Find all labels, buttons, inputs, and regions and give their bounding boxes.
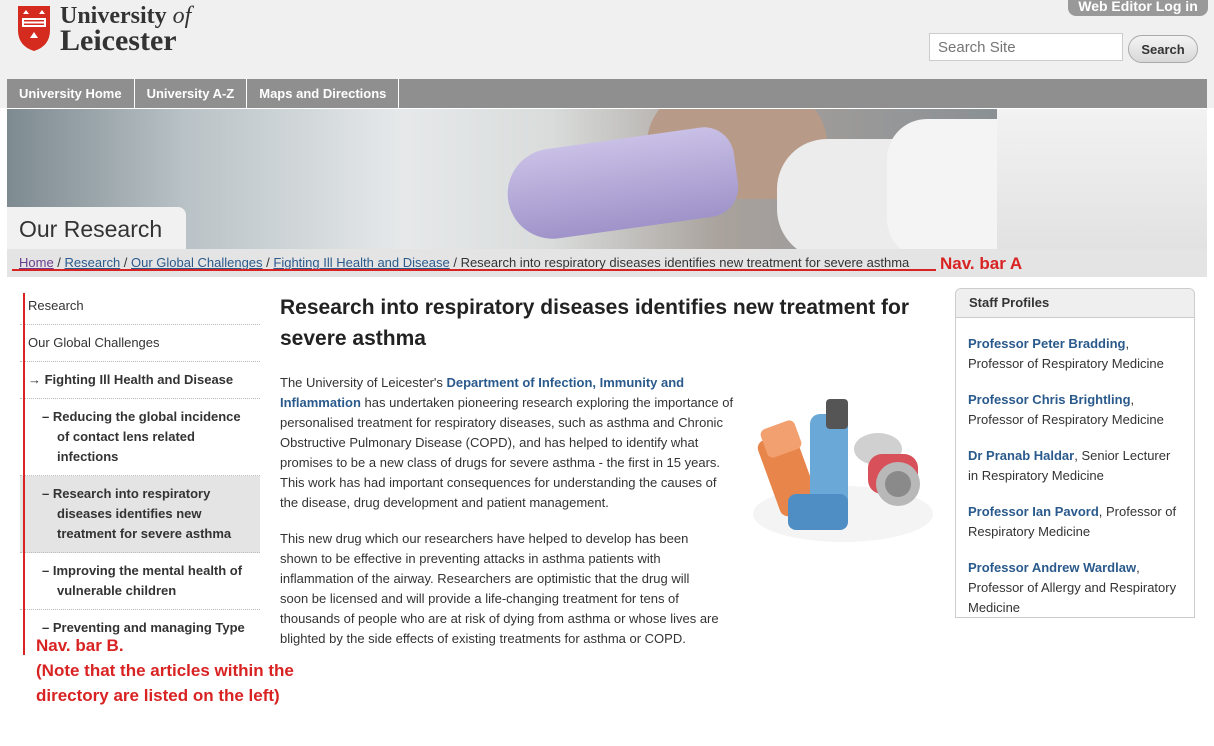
staff-profiles-panel: Staff Profiles Professor Peter Bradding,… [955, 288, 1195, 618]
staff-link[interactable]: Professor Chris Brightling [968, 392, 1131, 407]
inhaler-image [753, 399, 933, 542]
staff-profiles-heading: Staff Profiles [956, 289, 1194, 318]
nav-maps-and-directions[interactable]: Maps and Directions [247, 79, 400, 108]
staff-profile: Professor Ian Pavord, Professor of Respi… [968, 504, 1177, 539]
annotation-b-line1: Nav. bar B. [36, 636, 124, 655]
nav-university-a-z[interactable]: University A-Z [135, 79, 248, 108]
logo-line2: Leicester [60, 24, 177, 57]
breadcrumb-global-challenges[interactable]: Our Global Challenges [131, 255, 263, 270]
search-button[interactable]: Search [1128, 35, 1198, 63]
staff-link[interactable]: Professor Ian Pavord [968, 504, 1099, 519]
breadcrumb-current: Research into respiratory diseases ident… [460, 255, 910, 270]
annotation-nav-bar-a: Nav. bar A [940, 254, 1023, 273]
annotation-underline-a [12, 269, 936, 271]
leftnav-item-fighting-ill-health[interactable]: → Fighting Ill Health and Disease [20, 362, 260, 399]
staff-profile: Dr Pranab Haldar, Senior Lecturer in Res… [968, 448, 1171, 483]
p1-start: The University of Leicester's [280, 375, 447, 390]
staff-role: Professor of Allergy and Respiratory Med… [968, 580, 1177, 615]
breadcrumb: Home / Research / Our Global Challenges … [7, 249, 1207, 277]
staff-link[interactable]: Professor Andrew Wardlaw [968, 560, 1136, 575]
search-input[interactable] [929, 33, 1123, 61]
top-navigation: University Home University A-Z Maps and … [7, 79, 1207, 108]
nav-university-home[interactable]: University Home [7, 79, 135, 108]
annotation-b-line3: directory are listed on the left) [36, 686, 280, 705]
article-title: Research into respiratory diseases ident… [280, 296, 910, 350]
staff-profile: Professor Peter Bradding, Professor of Re… [968, 336, 1164, 371]
staff-role: Professor of Respiratory Medicine [968, 356, 1164, 371]
staff-role: Professor of Respiratory Medicine [968, 412, 1164, 427]
staff-link[interactable]: Dr Pranab Haldar [968, 448, 1074, 463]
staff-profile: Professor Chris Brightling, Professor of … [968, 392, 1164, 427]
leftnav-item-research[interactable]: Research [20, 288, 260, 325]
banner-right-panel [997, 109, 1207, 249]
annotation-nav-bar-b: Nav. bar B. (Note that the articles with… [36, 633, 294, 708]
leftnav-item-mental-health[interactable]: – Improving the mental health of vulnera… [20, 553, 260, 610]
breadcrumb-home[interactable]: Home [19, 255, 54, 270]
staff-profile: Professor Andrew Wardlaw, Professor of Al… [968, 560, 1177, 615]
leftnav-item-respiratory[interactable]: – Research into respiratory diseases ide… [20, 476, 260, 553]
leftnav-item-contact-lens[interactable]: – Reducing the global incidence of conta… [20, 399, 260, 476]
p2-text: This new drug which our researchers have… [280, 531, 719, 646]
article-paragraph-2: This new drug which our researchers have… [280, 529, 720, 649]
breadcrumb-research[interactable]: Research [65, 255, 121, 270]
breadcrumb-fighting-ill-health[interactable]: Fighting Ill Health and Disease [273, 255, 449, 270]
p1-rest: has undertaken pioneering research explo… [280, 395, 734, 510]
left-navigation: Research Our Global Challenges → Fightin… [20, 288, 260, 646]
university-logo[interactable]: University of Leicester [16, 4, 216, 56]
section-title: Our Research [7, 207, 186, 249]
annotation-b-line2: (Note that the articles within the [36, 661, 294, 680]
annotation-line-b [23, 293, 25, 655]
staff-link[interactable]: Professor Peter Bradding [968, 336, 1126, 351]
web-editor-login-link[interactable]: Web Editor Log in [1068, 0, 1208, 16]
crest-icon [18, 6, 50, 51]
leftnav-item-global-challenges[interactable]: Our Global Challenges [20, 325, 260, 362]
article-paragraph-1: The University of Leicester's Department… [280, 373, 735, 513]
